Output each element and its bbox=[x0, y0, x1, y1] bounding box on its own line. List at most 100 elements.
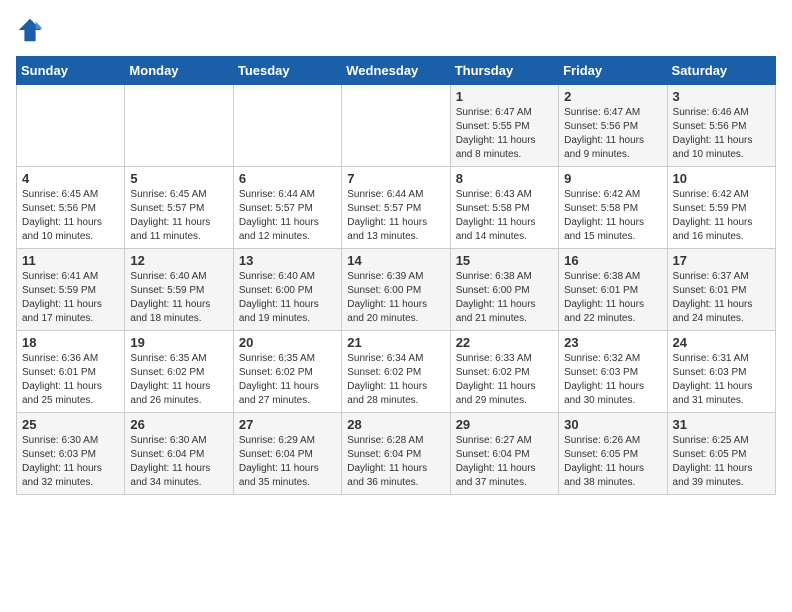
calendar-cell: 21 Sunrise: 6:34 AM Sunset: 6:02 PM Dayli… bbox=[342, 331, 450, 413]
day-info: Sunrise: 6:30 AM Sunset: 6:04 PM Dayligh… bbox=[130, 434, 227, 490]
calendar-cell: 7Sunrise: 6:44 AM Sunset: 5:57 PM Daylig… bbox=[342, 167, 450, 249]
calendar-cell: 14 Sunrise: 6:39 AM Sunset: 6:00 PM Dayli… bbox=[342, 249, 450, 331]
day-number: 2 bbox=[564, 89, 661, 104]
calendar-cell: 17 Sunrise: 6:37 AM Sunset: 6:01 PM Dayli… bbox=[667, 249, 775, 331]
calendar-cell: 25 Sunrise: 6:30 AM Sunset: 6:03 PM Dayli… bbox=[17, 413, 125, 495]
header-monday: Monday bbox=[125, 57, 233, 85]
day-number: 10 bbox=[673, 171, 770, 186]
calendar-cell bbox=[233, 85, 341, 167]
calendar-week-3: 11 Sunrise: 6:41 AM Sunset: 5:59 PM Dayli… bbox=[17, 249, 776, 331]
calendar-cell: 27Sunrise: 6:29 AM Sunset: 6:04 PM Dayli… bbox=[233, 413, 341, 495]
calendar-cell: 3 Sunrise: 6:46 AM Sunset: 5:56 PM Daylig… bbox=[667, 85, 775, 167]
calendar-cell: 29Sunrise: 6:27 AM Sunset: 6:04 PM Dayli… bbox=[450, 413, 558, 495]
day-number: 20 bbox=[239, 335, 336, 350]
day-info: Sunrise: 6:32 AM Sunset: 6:03 PM Dayligh… bbox=[564, 352, 661, 408]
day-info: Sunrise: 6:35 AM Sunset: 6:02 PM Dayligh… bbox=[130, 352, 227, 408]
header-tuesday: Tuesday bbox=[233, 57, 341, 85]
day-info: Sunrise: 6:36 AM Sunset: 6:01 PM Dayligh… bbox=[22, 352, 119, 408]
calendar-cell: 15Sunrise: 6:38 AM Sunset: 6:00 PM Dayli… bbox=[450, 249, 558, 331]
day-number: 5 bbox=[130, 171, 227, 186]
calendar-cell: 18 Sunrise: 6:36 AM Sunset: 6:01 PM Dayli… bbox=[17, 331, 125, 413]
day-number: 17 bbox=[673, 253, 770, 268]
calendar-cell: 6 Sunrise: 6:44 AM Sunset: 5:57 PM Daylig… bbox=[233, 167, 341, 249]
day-info: Sunrise: 6:47 AM Sunset: 5:56 PM Dayligh… bbox=[564, 106, 661, 162]
day-number: 18 bbox=[22, 335, 119, 350]
day-info: Sunrise: 6:29 AM Sunset: 6:04 PM Dayligh… bbox=[239, 434, 336, 490]
header-wednesday: Wednesday bbox=[342, 57, 450, 85]
day-number: 4 bbox=[22, 171, 119, 186]
calendar-header-row: SundayMondayTuesdayWednesdayThursdayFrid… bbox=[17, 57, 776, 85]
day-number: 3 bbox=[673, 89, 770, 104]
day-number: 7 bbox=[347, 171, 444, 186]
calendar-week-5: 25 Sunrise: 6:30 AM Sunset: 6:03 PM Dayli… bbox=[17, 413, 776, 495]
header-saturday: Saturday bbox=[667, 57, 775, 85]
day-info: Sunrise: 6:38 AM Sunset: 6:01 PM Dayligh… bbox=[564, 270, 661, 326]
day-info: Sunrise: 6:37 AM Sunset: 6:01 PM Dayligh… bbox=[673, 270, 770, 326]
calendar-table: SundayMondayTuesdayWednesdayThursdayFrid… bbox=[16, 56, 776, 495]
calendar-cell: 5 Sunrise: 6:45 AM Sunset: 5:57 PM Daylig… bbox=[125, 167, 233, 249]
calendar-cell bbox=[125, 85, 233, 167]
day-number: 15 bbox=[456, 253, 553, 268]
day-info: Sunrise: 6:28 AM Sunset: 6:04 PM Dayligh… bbox=[347, 434, 444, 490]
calendar-cell: 23 Sunrise: 6:32 AM Sunset: 6:03 PM Dayli… bbox=[559, 331, 667, 413]
calendar-cell: 16Sunrise: 6:38 AM Sunset: 6:01 PM Dayli… bbox=[559, 249, 667, 331]
calendar-cell: 19Sunrise: 6:35 AM Sunset: 6:02 PM Dayli… bbox=[125, 331, 233, 413]
calendar-cell: 26 Sunrise: 6:30 AM Sunset: 6:04 PM Dayli… bbox=[125, 413, 233, 495]
day-info: Sunrise: 6:40 AM Sunset: 5:59 PM Dayligh… bbox=[130, 270, 227, 326]
calendar-cell: 20 Sunrise: 6:35 AM Sunset: 6:02 PM Dayli… bbox=[233, 331, 341, 413]
calendar-week-4: 18 Sunrise: 6:36 AM Sunset: 6:01 PM Dayli… bbox=[17, 331, 776, 413]
day-info: Sunrise: 6:45 AM Sunset: 5:56 PM Dayligh… bbox=[22, 188, 119, 244]
day-info: Sunrise: 6:34 AM Sunset: 6:02 PM Dayligh… bbox=[347, 352, 444, 408]
header-friday: Friday bbox=[559, 57, 667, 85]
day-info: Sunrise: 6:41 AM Sunset: 5:59 PM Dayligh… bbox=[22, 270, 119, 326]
day-info: Sunrise: 6:44 AM Sunset: 5:57 PM Dayligh… bbox=[239, 188, 336, 244]
day-number: 30 bbox=[564, 417, 661, 432]
calendar-cell bbox=[342, 85, 450, 167]
day-number: 14 bbox=[347, 253, 444, 268]
day-info: Sunrise: 6:45 AM Sunset: 5:57 PM Dayligh… bbox=[130, 188, 227, 244]
day-info: Sunrise: 6:42 AM Sunset: 5:59 PM Dayligh… bbox=[673, 188, 770, 244]
calendar-cell: 2 Sunrise: 6:47 AM Sunset: 5:56 PM Daylig… bbox=[559, 85, 667, 167]
day-number: 29 bbox=[456, 417, 553, 432]
day-number: 22 bbox=[456, 335, 553, 350]
calendar-cell: 8 Sunrise: 6:43 AM Sunset: 5:58 PM Daylig… bbox=[450, 167, 558, 249]
day-number: 6 bbox=[239, 171, 336, 186]
day-info: Sunrise: 6:30 AM Sunset: 6:03 PM Dayligh… bbox=[22, 434, 119, 490]
day-number: 26 bbox=[130, 417, 227, 432]
logo-icon bbox=[16, 16, 44, 44]
day-number: 21 bbox=[347, 335, 444, 350]
calendar-cell: 4 Sunrise: 6:45 AM Sunset: 5:56 PM Daylig… bbox=[17, 167, 125, 249]
day-number: 25 bbox=[22, 417, 119, 432]
day-number: 31 bbox=[673, 417, 770, 432]
header-sunday: Sunday bbox=[17, 57, 125, 85]
day-info: Sunrise: 6:26 AM Sunset: 6:05 PM Dayligh… bbox=[564, 434, 661, 490]
day-info: Sunrise: 6:47 AM Sunset: 5:55 PM Dayligh… bbox=[456, 106, 553, 162]
day-number: 28 bbox=[347, 417, 444, 432]
day-info: Sunrise: 6:31 AM Sunset: 6:03 PM Dayligh… bbox=[673, 352, 770, 408]
calendar-cell: 9 Sunrise: 6:42 AM Sunset: 5:58 PM Daylig… bbox=[559, 167, 667, 249]
calendar-week-1: 1Sunrise: 6:47 AM Sunset: 5:55 PM Daylig… bbox=[17, 85, 776, 167]
calendar-week-2: 4 Sunrise: 6:45 AM Sunset: 5:56 PM Daylig… bbox=[17, 167, 776, 249]
day-info: Sunrise: 6:42 AM Sunset: 5:58 PM Dayligh… bbox=[564, 188, 661, 244]
day-number: 12 bbox=[130, 253, 227, 268]
day-number: 23 bbox=[564, 335, 661, 350]
day-info: Sunrise: 6:25 AM Sunset: 6:05 PM Dayligh… bbox=[673, 434, 770, 490]
day-number: 8 bbox=[456, 171, 553, 186]
day-info: Sunrise: 6:46 AM Sunset: 5:56 PM Dayligh… bbox=[673, 106, 770, 162]
day-number: 9 bbox=[564, 171, 661, 186]
calendar-cell: 13Sunrise: 6:40 AM Sunset: 6:00 PM Dayli… bbox=[233, 249, 341, 331]
day-info: Sunrise: 6:39 AM Sunset: 6:00 PM Dayligh… bbox=[347, 270, 444, 326]
day-number: 11 bbox=[22, 253, 119, 268]
logo bbox=[16, 16, 48, 44]
day-number: 24 bbox=[673, 335, 770, 350]
calendar-cell: 12 Sunrise: 6:40 AM Sunset: 5:59 PM Dayli… bbox=[125, 249, 233, 331]
calendar-cell: 1Sunrise: 6:47 AM Sunset: 5:55 PM Daylig… bbox=[450, 85, 558, 167]
day-info: Sunrise: 6:43 AM Sunset: 5:58 PM Dayligh… bbox=[456, 188, 553, 244]
calendar-cell: 10 Sunrise: 6:42 AM Sunset: 5:59 PM Dayli… bbox=[667, 167, 775, 249]
day-info: Sunrise: 6:40 AM Sunset: 6:00 PM Dayligh… bbox=[239, 270, 336, 326]
day-info: Sunrise: 6:35 AM Sunset: 6:02 PM Dayligh… bbox=[239, 352, 336, 408]
header-thursday: Thursday bbox=[450, 57, 558, 85]
day-info: Sunrise: 6:33 AM Sunset: 6:02 PM Dayligh… bbox=[456, 352, 553, 408]
calendar-cell: 30 Sunrise: 6:26 AM Sunset: 6:05 PM Dayli… bbox=[559, 413, 667, 495]
page-header bbox=[16, 16, 776, 44]
